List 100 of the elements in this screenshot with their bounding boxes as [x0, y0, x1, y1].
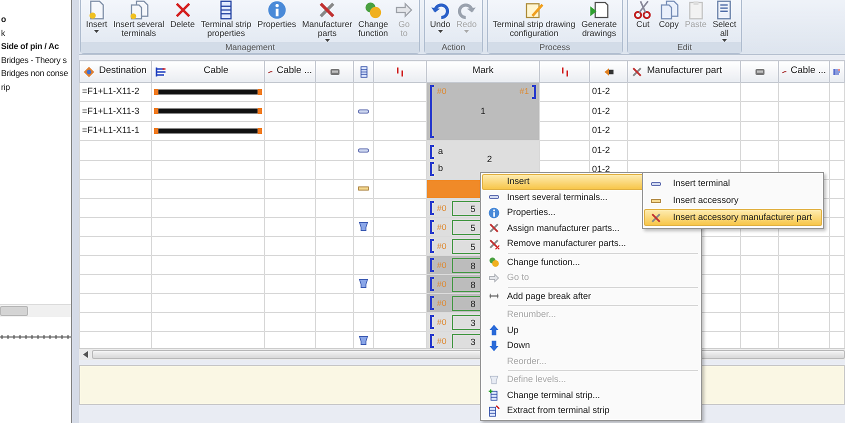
ribbon-button[interactable]: Select all [710, 0, 740, 42]
scrollbar-thumb[interactable] [0, 306, 28, 316]
mark-tag: #0 [437, 278, 446, 290]
table-cell: =F1+L1-X11-2 [80, 82, 152, 102]
tree-item[interactable]: Bridges non conse [1, 67, 68, 79]
tree-item[interactable]: rip [1, 80, 10, 92]
ribbon-button[interactable]: Insert several terminals [110, 0, 168, 42]
menu-item[interactable]: Extract from terminal strip [482, 403, 700, 418]
mark-tag: #0 [437, 334, 446, 348]
documents-icon [128, 0, 149, 20]
table-cell: =F1+L1-X11-3 [80, 102, 152, 122]
column-header[interactable]: Destination [80, 60, 152, 82]
tree-item[interactable]: k [1, 26, 6, 38]
tree-item[interactable]: Side of pin / Ac [1, 40, 59, 52]
drawing-icon [524, 0, 544, 20]
ribbon-button[interactable]: Properties [254, 0, 300, 42]
column-header[interactable] [354, 60, 374, 82]
bracket-icon [430, 296, 434, 310]
ribbon-button[interactable]: Manufacturer parts [299, 0, 356, 42]
mark-tag: #0 [437, 258, 446, 272]
scroll-left-icon[interactable] [83, 351, 88, 358]
column-header[interactable] [590, 60, 628, 82]
mark-tag: #0 [437, 202, 446, 214]
column-header[interactable]: Cable ... [778, 60, 830, 82]
remove-tools-icon [488, 238, 500, 250]
table-cell: 01-2 [590, 140, 628, 160]
menu-item[interactable]: Down [482, 338, 700, 354]
bracket-icon [430, 258, 434, 272]
column-header[interactable]: Cable ... [264, 60, 316, 82]
bracket-icon [430, 220, 434, 234]
group-label: Action [425, 42, 482, 53]
mark-tag: #0 [437, 240, 446, 252]
bracket-icon [430, 162, 434, 176]
column-header[interactable]: Cable [152, 60, 264, 82]
ribbon-button[interactable]: Delete [167, 0, 198, 42]
copy-icon [658, 0, 679, 20]
ruler-drawing [0, 334, 71, 342]
tools-icon [317, 0, 338, 20]
tools-icon [631, 66, 643, 78]
terminal-strip-icon [488, 404, 500, 417]
mark-number: 2 [487, 153, 492, 166]
terminal-strip-icon [488, 389, 500, 402]
info-icon [488, 206, 500, 219]
mark-text: a [438, 144, 444, 158]
sort-icon [394, 66, 406, 78]
info-icon [266, 0, 287, 20]
menu-item[interactable]: Up [482, 322, 700, 338]
arrow-icon [394, 0, 414, 20]
mark-tag: #0 [437, 296, 446, 310]
scissors-icon [632, 0, 653, 20]
arrow-icon [488, 272, 500, 284]
level-icon [357, 220, 370, 234]
table-cell: =F1+L1-X11-1 [80, 121, 152, 140]
bracket-icon [430, 85, 434, 138]
down-arrow-icon [488, 340, 500, 352]
menu-item[interactable]: Remove manufacturer parts... [482, 236, 700, 252]
menu-item[interactable]: Change function... [482, 254, 700, 270]
bracket-icon [430, 277, 434, 291]
tools-icon [488, 222, 500, 234]
mark-number: 1 [480, 104, 486, 118]
function-icon [363, 0, 384, 20]
function-icon [488, 256, 500, 268]
menu-item[interactable]: Insert accessory [644, 192, 822, 209]
ribbon-button[interactable]: Terminal strip drawing configuration [490, 0, 578, 42]
column-header[interactable]: Manufacturer part [628, 60, 740, 82]
mark-tag: #0 [437, 85, 446, 138]
ribbon-button[interactable]: Undo [427, 0, 454, 42]
ribbon-button[interactable]: Terminal strip properties [198, 0, 254, 42]
ribbon-button[interactable]: Cut [630, 0, 656, 42]
cable-icon [155, 66, 167, 78]
ribbon-button[interactable]: Insert [83, 0, 110, 42]
level-icon [357, 334, 370, 348]
group-label: Management [81, 42, 420, 54]
group-label: Edit [628, 42, 742, 54]
up-arrow-icon [488, 324, 500, 336]
column-header[interactable] [830, 60, 844, 82]
mark-text: b [438, 162, 444, 175]
mark-tag: #1 [520, 85, 529, 138]
menu-item[interactable]: Add page break after [482, 288, 700, 304]
bracket-icon [430, 239, 434, 253]
mark-tag: #0 [437, 220, 446, 234]
tree-item[interactable]: Bridges - Theory s [1, 54, 67, 66]
tree-item[interactable]: o [1, 13, 6, 25]
generate-icon [589, 0, 610, 20]
ribbon-button[interactable]: Change function [355, 0, 392, 42]
table-cell: 01-2 [590, 82, 628, 102]
menu-item[interactable]: Insert accessory manufacturer part [644, 209, 822, 226]
column-header[interactable]: Mark [426, 60, 540, 82]
bracket-icon [532, 85, 536, 99]
menu-item[interactable]: Change terminal strip... [482, 388, 700, 403]
level-icon [357, 277, 370, 290]
mark-tag: #0 [437, 316, 446, 328]
terminal-strip-icon [358, 66, 370, 78]
ribbon-button[interactable]: Generate drawings [578, 0, 620, 42]
group-label: Process [488, 42, 622, 53]
document-icon [86, 0, 107, 20]
ribbon-button[interactable]: Copy [656, 0, 682, 42]
bracket-icon [430, 144, 434, 158]
bracket-icon [430, 315, 434, 329]
level-icon [488, 374, 500, 386]
